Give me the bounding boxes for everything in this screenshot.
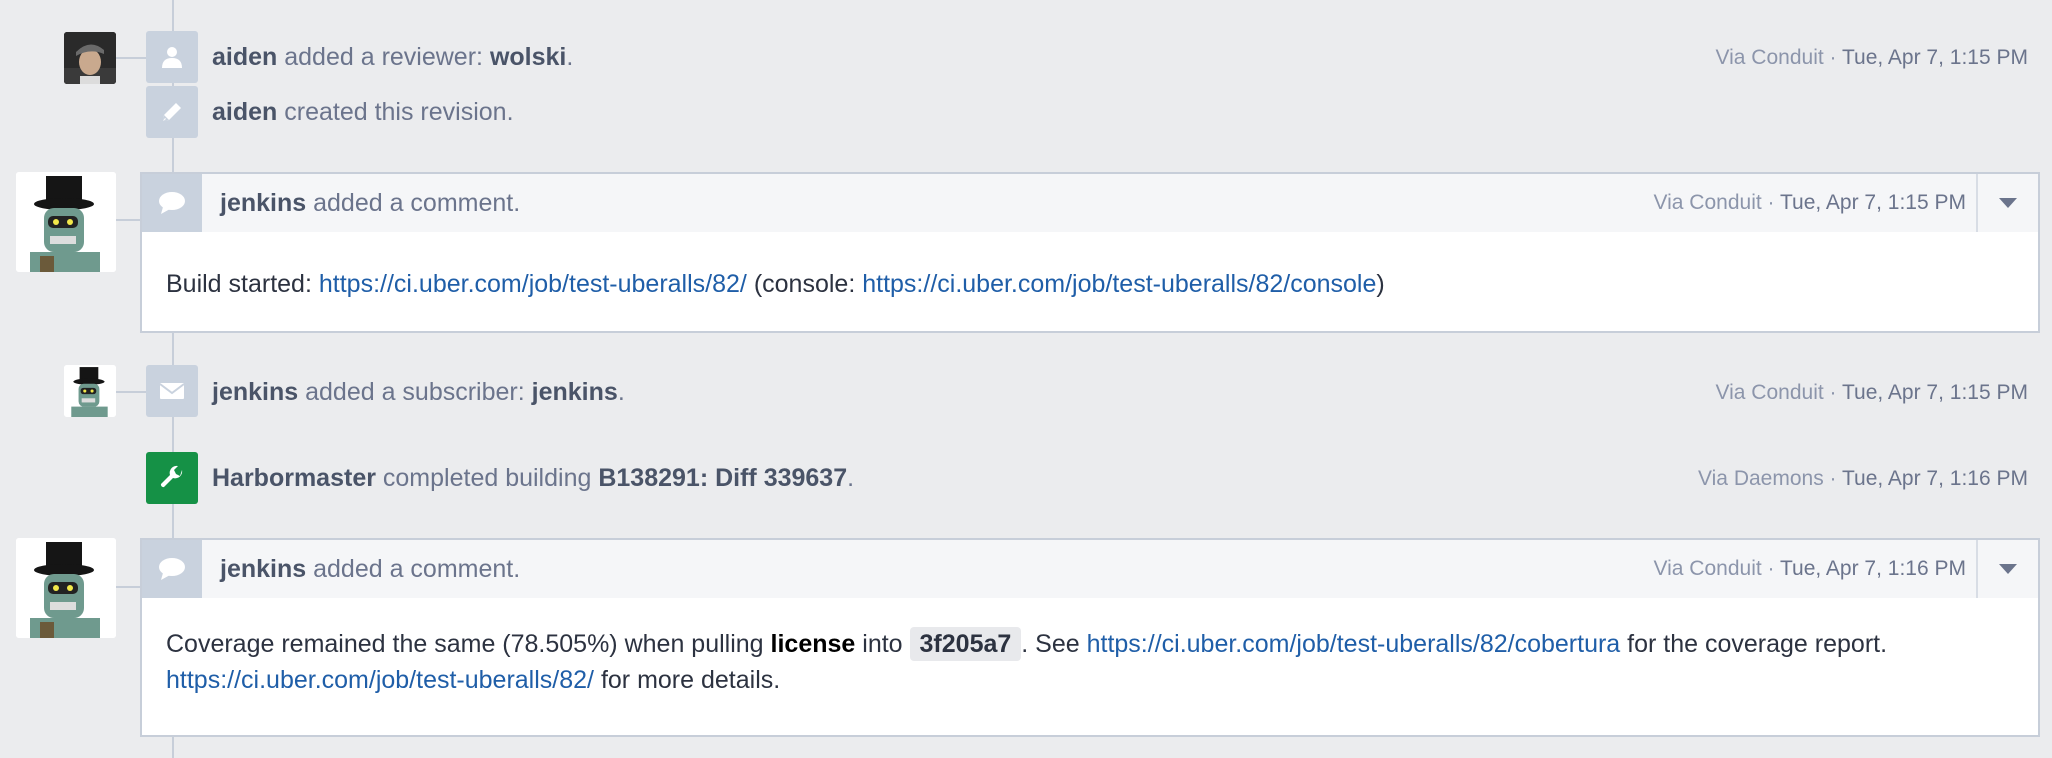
comment-body: Build started: https://ci.uber.com/job/t… <box>166 270 1385 298</box>
event-timestamp: Via Conduit · Tue, Apr 7, 1:15 PM <box>1715 381 2029 404</box>
comment-panel: jenkins added a comment. Via Conduit · T… <box>140 538 2040 737</box>
reviewer-link[interactable]: wolski <box>490 43 566 71</box>
build-link[interactable]: B138291: Diff 339637 <box>598 464 847 492</box>
chevron-down-icon <box>1999 198 2017 208</box>
event-revision-created: aiden created this revision. <box>212 98 514 126</box>
build-details-link[interactable]: https://ci.uber.com/job/test-uberalls/82… <box>166 666 594 694</box>
wrench-icon <box>146 452 198 504</box>
date-link[interactable]: Tue, Apr 7, 1:15 PM <box>1842 381 2028 404</box>
actor-link[interactable]: aiden <box>212 98 277 126</box>
date-link[interactable]: Tue, Apr 7, 1:15 PM <box>1780 191 1966 214</box>
event-timestamp: Via Daemons · Tue, Apr 7, 1:16 PM <box>1698 467 2028 490</box>
comment-author-line: jenkins added a comment. <box>220 188 521 217</box>
comment-icon <box>142 540 202 598</box>
subscriber-link[interactable]: jenkins <box>532 378 618 406</box>
user-icon <box>146 31 198 83</box>
timeline-connector <box>116 391 146 393</box>
avatar-jenkins[interactable] <box>64 365 116 417</box>
comment-header: jenkins added a comment. Via Conduit · T… <box>142 540 2038 598</box>
chevron-down-icon <box>1999 564 2017 574</box>
commit-hash[interactable]: 3f205a7 <box>909 627 1022 661</box>
envelope-icon <box>146 365 198 417</box>
branch-name: license <box>770 630 856 658</box>
actor-link[interactable]: jenkins <box>220 555 306 583</box>
via-label: Via Daemons <box>1698 467 1824 490</box>
avatar-aiden[interactable] <box>64 32 116 84</box>
cobertura-link[interactable]: https://ci.uber.com/job/test-uberalls/82… <box>1087 630 1621 658</box>
avatar-jenkins[interactable] <box>16 538 116 638</box>
comment-body: Coverage remained the same (78.505%) whe… <box>142 598 2038 722</box>
console-link[interactable]: https://ci.uber.com/job/test-uberalls/82… <box>862 270 1376 298</box>
event-subscriber-added: jenkins added a subscriber: jenkins. <box>212 378 625 406</box>
actor-link[interactable]: jenkins <box>220 189 306 217</box>
comment-author-line: jenkins added a comment. <box>220 554 521 583</box>
pencil-icon <box>146 86 198 138</box>
date-link[interactable]: Tue, Apr 7, 1:16 PM <box>1842 467 2028 490</box>
event-build-completed: Harbormaster completed building B138291:… <box>212 464 855 492</box>
comment-icon <box>142 174 202 232</box>
event-reviewer-added: aiden added a reviewer: wolski. <box>212 43 574 71</box>
timeline-connector <box>116 57 146 59</box>
comment-timestamp: Via Conduit · Tue, Apr 7, 1:16 PM <box>1653 557 1967 580</box>
avatar-jenkins[interactable] <box>16 172 116 272</box>
comment-menu-button[interactable] <box>1976 540 2038 598</box>
comment-menu-button[interactable] <box>1976 174 2038 232</box>
actor-link[interactable]: aiden <box>212 43 277 71</box>
comment-timestamp: Via Conduit · Tue, Apr 7, 1:15 PM <box>1653 191 1967 214</box>
actor-link[interactable]: jenkins <box>212 378 298 406</box>
actor-link[interactable]: Harbormaster <box>212 464 376 492</box>
via-label: Via Conduit <box>1715 381 1824 404</box>
date-link[interactable]: Tue, Apr 7, 1:16 PM <box>1780 557 1966 580</box>
via-label: Via Conduit <box>1715 46 1824 69</box>
comment-panel: jenkins added a comment. Via Conduit · T… <box>140 172 2040 333</box>
comment-header: jenkins added a comment. Via Conduit · T… <box>142 174 2038 232</box>
event-timestamp: Via Conduit · Tue, Apr 7, 1:15 PM <box>1715 46 2029 69</box>
date-link[interactable]: Tue, Apr 7, 1:15 PM <box>1842 46 2028 69</box>
build-link[interactable]: https://ci.uber.com/job/test-uberalls/82… <box>319 270 747 298</box>
